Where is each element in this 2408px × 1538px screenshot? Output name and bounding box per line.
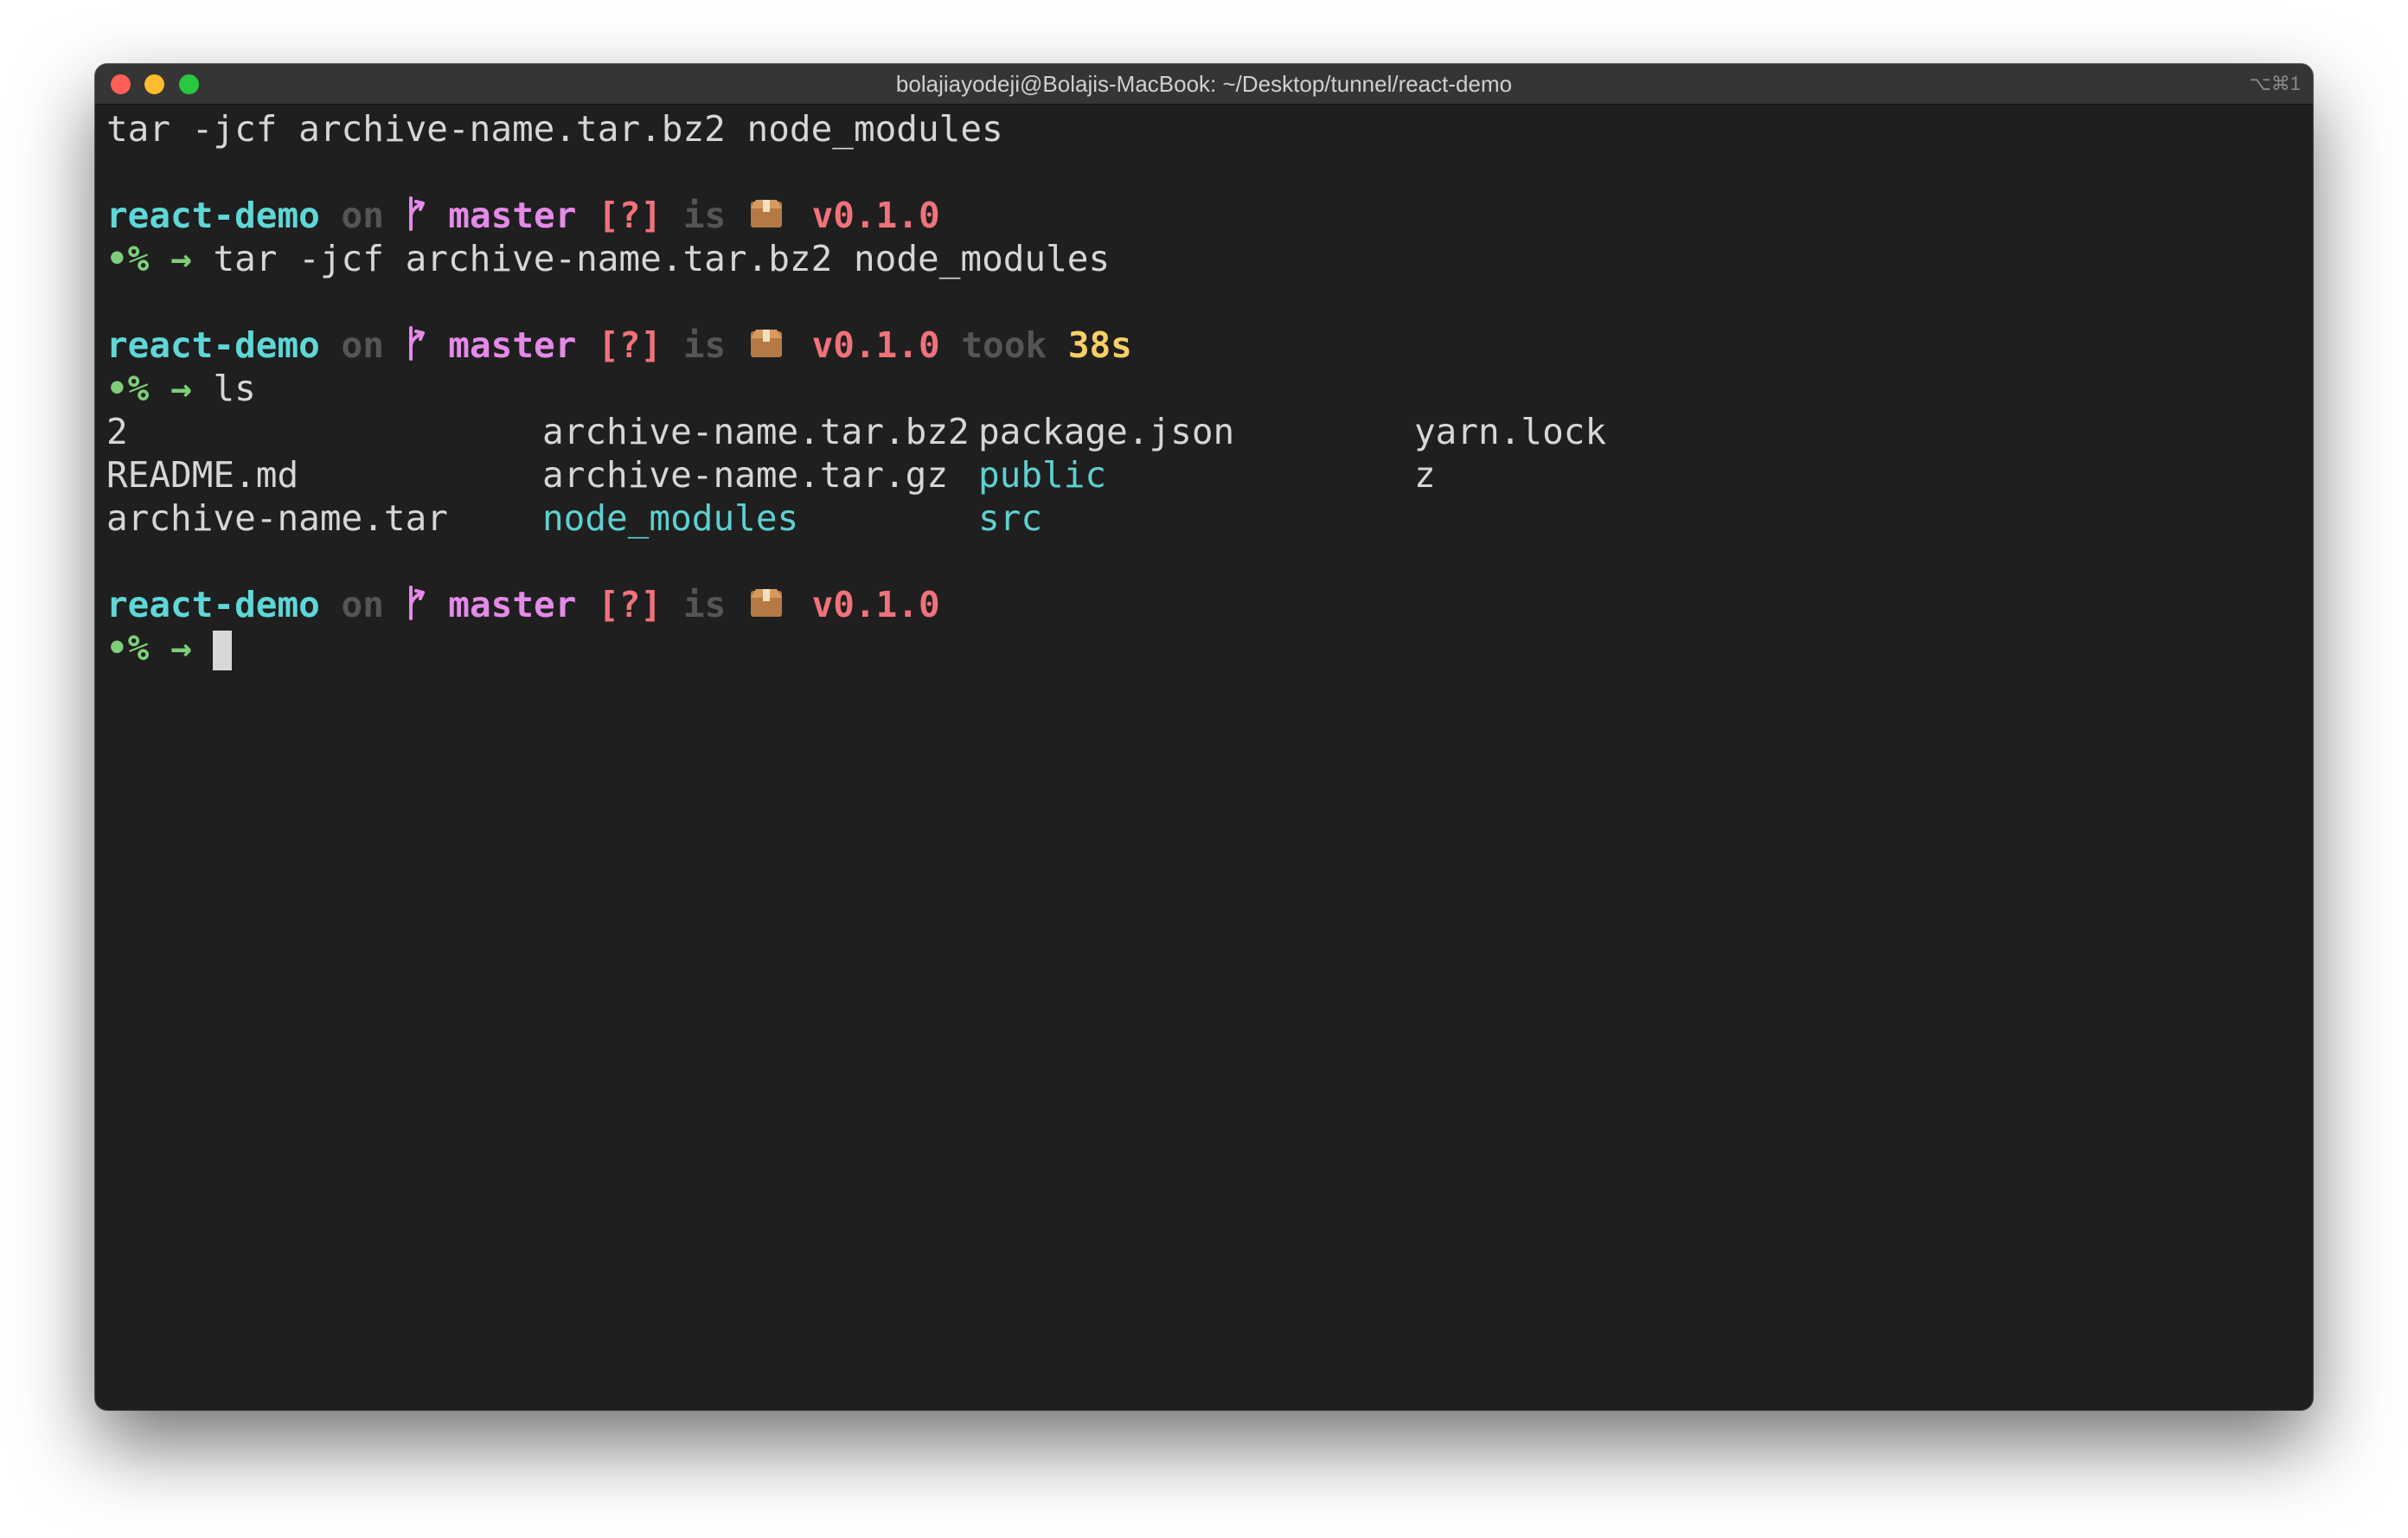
prompt-line: react-demo on master [?] is v0.1.0 xyxy=(106,583,2302,626)
package-icon xyxy=(747,586,791,630)
prompt-branch: master xyxy=(448,324,577,366)
ls-entry: 2 xyxy=(106,411,128,452)
command-line: •% → tar -jcf archive-name.tar.bz2 node_… xyxy=(106,237,2302,280)
ls-output-row: 2 archive-name.tar.bz2 package.json yarn… xyxy=(106,410,2302,453)
prompt-version: v0.1.0 xyxy=(811,324,940,366)
ls-entry-dir: public xyxy=(978,454,1107,496)
ls-entry: README.md xyxy=(106,454,299,496)
git-branch-icon xyxy=(406,195,427,240)
prompt-dir: react-demo xyxy=(106,584,320,625)
prompt-duration: 38s xyxy=(1067,324,1132,366)
output-line: tar -jcf archive-name.tar.bz2 node_modul… xyxy=(106,108,1003,150)
prompt-is: is xyxy=(682,584,727,625)
prompt-branch: master xyxy=(448,195,577,236)
prompt-took: took xyxy=(961,324,1047,366)
git-branch-icon xyxy=(406,325,427,370)
ls-entry-dir: node_modules xyxy=(542,497,799,539)
prompt-status: [?] xyxy=(598,195,663,236)
ls-entry: package.json xyxy=(978,411,1235,452)
ls-output-row: archive-name.tar node_modules src xyxy=(106,497,2302,540)
prompt-dir: react-demo xyxy=(106,324,320,366)
prompt-status: [?] xyxy=(598,324,663,366)
terminal-body[interactable]: tar -jcf archive-name.tar.bz2 node_modul… xyxy=(106,107,2302,1410)
prompt-is: is xyxy=(682,324,727,366)
terminal-window: bolajiayodeji@Bolajis-MacBook: ~/Desktop… xyxy=(95,64,2313,1410)
prompt-symbol: •% → xyxy=(106,627,192,669)
text-cursor[interactable] xyxy=(213,631,233,670)
package-icon xyxy=(747,326,791,370)
ls-output-row: README.md archive-name.tar.gz public z xyxy=(106,453,2302,497)
prompt-on: on xyxy=(341,195,384,236)
command-text: tar -jcf archive-name.tar.bz2 node_modul… xyxy=(213,238,1111,279)
prompt-symbol: •% → xyxy=(106,368,192,409)
prompt-branch: master xyxy=(448,584,577,625)
git-branch-icon xyxy=(406,585,427,630)
prompt-symbol: •% → xyxy=(106,238,192,279)
ls-entry: archive-name.tar.bz2 xyxy=(542,411,970,452)
command-text: ls xyxy=(213,368,256,409)
prompt-line: react-demo on master [?] is v0.1.0 xyxy=(106,194,2302,237)
ls-entry: z xyxy=(1414,454,1436,496)
tab-shortcut: ⌥⌘1 xyxy=(2249,73,2301,94)
window-title: bolajiayodeji@Bolajis-MacBook: ~/Desktop… xyxy=(895,71,1513,97)
package-icon xyxy=(747,196,791,240)
title-bar[interactable]: bolajiayodeji@Bolajis-MacBook: ~/Desktop… xyxy=(95,64,2313,105)
ls-entry-dir: src xyxy=(978,497,1043,539)
ls-entry: archive-name.tar.gz xyxy=(542,454,948,496)
prompt-version: v0.1.0 xyxy=(811,195,940,236)
prompt-on: on xyxy=(341,584,384,625)
prompt-is: is xyxy=(682,195,727,236)
command-line: •% → ls xyxy=(106,367,2302,410)
prompt-version: v0.1.0 xyxy=(811,584,940,625)
ls-entry: archive-name.tar xyxy=(106,497,448,539)
prompt-line: react-demo on master [?] is v0.1.0 took … xyxy=(106,324,2302,367)
prompt-status: [?] xyxy=(598,584,663,625)
prompt-dir: react-demo xyxy=(106,195,320,236)
prompt-on: on xyxy=(341,324,384,366)
ls-entry: yarn.lock xyxy=(1414,411,1607,452)
command-line[interactable]: •% → xyxy=(106,626,2302,670)
